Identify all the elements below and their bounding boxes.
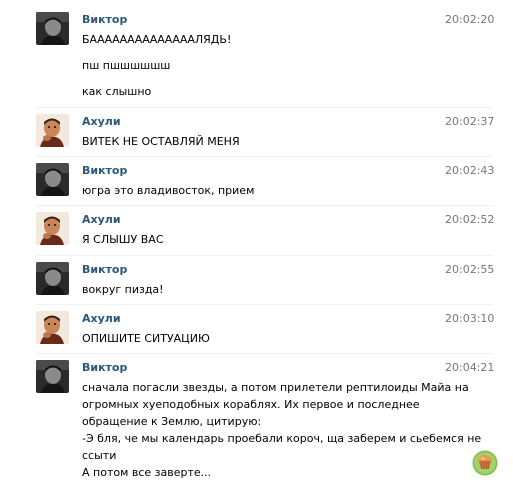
message-author[interactable]: Виктор: [82, 263, 127, 276]
message-text: Я СЛЫШУ ВАС: [82, 231, 462, 248]
avatar[interactable]: [36, 114, 69, 147]
message-line: сначала погасли звезды, а потом прилетел…: [82, 381, 469, 394]
message-time: 20:03:10: [445, 312, 495, 325]
message-author[interactable]: Виктор: [82, 164, 127, 177]
emoji-button[interactable]: [472, 450, 498, 476]
message-line: -Э бля, че мы календарь проебали короч, …: [82, 432, 482, 445]
message-line: огромных хуеподобных кораблях. Их первое…: [82, 398, 420, 411]
message-line: ВИТЕК НЕ ОСТАВЛЯЙ МЕНЯ: [82, 135, 240, 148]
message-text: ВИТЕК НЕ ОСТАВЛЯЙ МЕНЯ: [82, 133, 462, 150]
message-line: ссыти: [82, 449, 117, 462]
message-line: как слышно: [82, 85, 152, 98]
message-text: югра это владивосток, прием: [82, 182, 462, 199]
message-text: сначала погасли звезды, а потом прилетел…: [82, 379, 482, 481]
message-line: ОПИШИТЕ СИТУАЦИЮ: [82, 332, 210, 345]
message-time: 20:02:55: [445, 263, 495, 276]
message-text: БААААААААААААААЛЯДЬ! пш пшшшшшш как слыш…: [82, 31, 462, 100]
message-line: пш пшшшшшш: [82, 59, 171, 72]
message-time: 20:02:52: [445, 213, 495, 226]
message-line: югра это владивосток, прием: [82, 184, 255, 197]
viktor-avatar-icon: [36, 262, 69, 295]
avatar[interactable]: [36, 12, 69, 45]
message-author[interactable]: Ахули: [82, 115, 121, 128]
message-author[interactable]: Виктор: [82, 13, 127, 26]
message-author[interactable]: Виктор: [82, 361, 127, 374]
akhuli-avatar-icon: [36, 212, 69, 245]
avatar[interactable]: [36, 311, 69, 344]
message-line: БААААААААААААААЛЯДЬ!: [82, 33, 232, 46]
message-line: обращение к Землю, цитирую:: [82, 415, 262, 428]
avatar[interactable]: [36, 163, 69, 196]
message-time: 20:02:20: [445, 13, 495, 26]
message-line: А потом все заверте...: [82, 466, 212, 479]
message-time: 20:04:21: [445, 361, 495, 374]
message-time: 20:02:43: [445, 164, 495, 177]
avatar[interactable]: [36, 360, 69, 393]
muffin-icon: [472, 450, 498, 476]
message-author[interactable]: Ахули: [82, 312, 121, 325]
message-author[interactable]: Ахули: [82, 213, 121, 226]
viktor-avatar-icon: [36, 163, 69, 196]
akhuli-avatar-icon: [36, 114, 69, 147]
message-text: ОПИШИТЕ СИТУАЦИЮ: [82, 330, 462, 347]
viktor-avatar-icon: [36, 12, 69, 45]
message-line: Я СЛЫШУ ВАС: [82, 233, 164, 246]
message-text: вокруг пизда!: [82, 281, 462, 298]
message-line: вокруг пизда!: [82, 283, 164, 296]
avatar[interactable]: [36, 212, 69, 245]
akhuli-avatar-icon: [36, 311, 69, 344]
viktor-avatar-icon: [36, 360, 69, 393]
message-time: 20:02:37: [445, 115, 495, 128]
avatar[interactable]: [36, 262, 69, 295]
